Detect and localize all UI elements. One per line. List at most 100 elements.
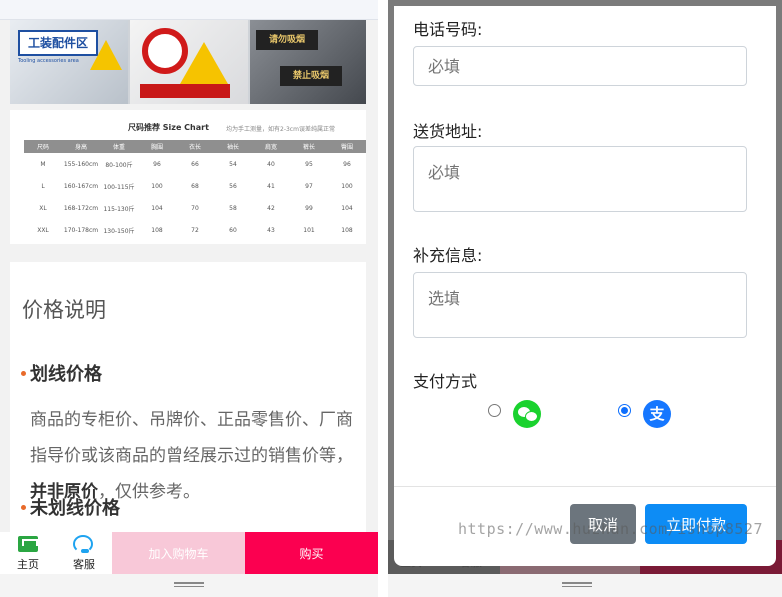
size-cell: 100 (341, 182, 353, 190)
size-cell: 108 (151, 226, 163, 234)
alipay-icon[interactable]: 支 (643, 400, 671, 428)
size-header-cell: 胸围 (138, 140, 176, 153)
size-chart-table: 尺码 身高 体重 胸围 衣长 袖长 肩宽 裤长 臀围 M 155-160cm 8… (24, 140, 366, 241)
size-cell: M (40, 160, 46, 168)
home-icon (18, 536, 38, 552)
size-cell: 42 (267, 204, 275, 212)
size-cell: 54 (229, 160, 237, 168)
size-header-cell: 袖长 (214, 140, 252, 153)
size-header-cell: 尺码 (24, 140, 62, 153)
size-chart-note: 均为手工测量，如有2-3cm误差纯属正常 (226, 126, 335, 133)
size-cell: 100-115斤 (103, 183, 135, 191)
checkout-screen: 主页 客服 电话号码: 送货地址: 补充信息: 支付方式 支 取消 立 (388, 0, 782, 597)
size-cell: 41 (267, 182, 275, 190)
tooling-area-sign: 工装配件区 (18, 30, 98, 56)
menu-lines-icon[interactable] (562, 582, 592, 587)
order-form-modal: 电话号码: 送货地址: 补充信息: 支付方式 支 取消 立即付款 https:/… (394, 6, 776, 566)
size-cell: 96 (153, 160, 161, 168)
size-cell: 60 (229, 226, 237, 234)
wechat-pay-radio[interactable] (488, 404, 501, 417)
menu-lines-icon[interactable] (174, 582, 204, 587)
size-cell: 104 (151, 204, 163, 212)
modal-footer-divider (394, 486, 776, 487)
bullet-dot-icon (21, 371, 26, 376)
no-smoking-plate-top: 请勿吸烟 (256, 30, 318, 50)
system-nav-bar (0, 574, 378, 597)
extra-info-input[interactable] (413, 272, 747, 338)
size-cell: 155-160cm (63, 160, 99, 168)
product-action-bar: 主页 客服 加入购物车 购买 (0, 532, 378, 574)
size-cell: XL (39, 204, 47, 212)
size-cell: XXL (37, 226, 49, 234)
screenshot-stage: 工装配件区 Tooling accessories area 请勿吸烟 禁止吸烟… (0, 0, 782, 597)
strikethrough-price-heading: 划线价格 (30, 364, 102, 385)
watermark-text: https://www.huzhan.com/ishop8527 (458, 520, 763, 538)
size-header-cell: 身高 (62, 140, 100, 153)
bullet-dot-icon (21, 505, 26, 510)
size-cell: 56 (229, 182, 237, 190)
add-to-cart-button[interactable]: 加入购物车 (112, 532, 245, 574)
warning-triangle-icon (90, 40, 122, 70)
size-chart-card: 尺码推荐 Size Chart 均为手工测量，如有2-3cm误差纯属正常 尺码 … (10, 110, 366, 244)
caution-triangle-icon (180, 42, 228, 84)
tooling-area-subtext: Tooling accessories area (18, 58, 79, 64)
product-detail-screen: 工装配件区 Tooling accessories area 请勿吸烟 禁止吸烟… (0, 0, 378, 597)
size-header-cell: 臀围 (328, 140, 366, 153)
table-row: XL 168-172cm 115-130斤 104 70 58 42 99 10… (24, 197, 366, 219)
size-cell: 160-167cm (63, 182, 99, 190)
size-cell: 97 (305, 182, 313, 190)
browser-top-bar (0, 0, 378, 20)
size-cell: 70 (191, 204, 199, 212)
size-cell: 96 (343, 160, 351, 168)
size-cell: 43 (267, 226, 275, 234)
tab-home[interactable]: 主页 (0, 532, 56, 574)
size-header-cell: 体重 (100, 140, 138, 153)
wechat-icon[interactable] (513, 400, 541, 428)
size-cell: 168-172cm (63, 204, 99, 212)
size-cell: 66 (191, 160, 199, 168)
table-row: L 160-167cm 100-115斤 100 68 56 41 97 100 (24, 175, 366, 197)
extra-info-label: 补充信息: (413, 246, 483, 265)
size-cell: 101 (303, 226, 315, 234)
table-row: XXL 170-178cm 130-150斤 108 72 60 43 101 … (24, 219, 366, 241)
regular-price-heading: 未划线价格 (30, 498, 120, 519)
size-cell: 68 (191, 182, 199, 190)
headset-mic-icon (81, 549, 89, 553)
size-cell: 95 (305, 160, 313, 168)
size-cell: 58 (229, 204, 237, 212)
alipay-radio[interactable] (618, 404, 631, 417)
size-cell: 80-100斤 (105, 161, 133, 169)
size-cell: 130-150斤 (103, 227, 135, 235)
size-cell: 115-130斤 (103, 205, 135, 213)
phone-label: 电话号码: (413, 20, 483, 39)
payment-method-label: 支付方式 (413, 372, 478, 391)
phone-input[interactable] (413, 46, 747, 86)
payment-options: 支 (394, 400, 776, 430)
tab-home-label: 主页 (17, 558, 39, 571)
banner-panel-signs (130, 20, 248, 104)
banner-panel-tooling: 工装配件区 Tooling accessories area (10, 20, 128, 104)
size-header-cell: 裤长 (290, 140, 328, 153)
table-row: M 155-160cm 80-100斤 96 66 54 40 95 96 (24, 153, 366, 175)
size-cell: 40 (267, 160, 275, 168)
size-cell: L (41, 182, 45, 190)
size-cell: 72 (191, 226, 199, 234)
system-nav-bar (388, 574, 782, 597)
address-input[interactable] (413, 146, 747, 212)
price-info-title: 价格说明 (22, 298, 106, 322)
size-cell: 100 (151, 182, 163, 190)
size-cell: 99 (305, 204, 313, 212)
size-chart-header-row: 尺码 身高 体重 胸围 衣长 袖长 肩宽 裤长 臀围 (24, 140, 366, 153)
size-cell: 170-178cm (63, 226, 99, 234)
banner-panel-plates: 请勿吸烟 禁止吸烟 (250, 20, 366, 104)
size-cell: 104 (341, 204, 353, 212)
no-smoking-plate-bottom: 禁止吸烟 (280, 66, 342, 86)
price-info-card: 价格说明 划线价格 商品的专柜价、吊牌价、正品零售价、厂商指导价或该商品的曾经展… (10, 262, 366, 534)
buy-button[interactable]: 购买 (245, 532, 378, 574)
tab-customer-service[interactable]: 客服 (56, 532, 112, 574)
size-chart-title: 尺码推荐 Size Chart (128, 123, 209, 132)
size-header-cell: 肩宽 (252, 140, 290, 153)
tab-service-label: 客服 (73, 558, 95, 571)
size-cell: 108 (341, 226, 353, 234)
size-header-cell: 衣长 (176, 140, 214, 153)
